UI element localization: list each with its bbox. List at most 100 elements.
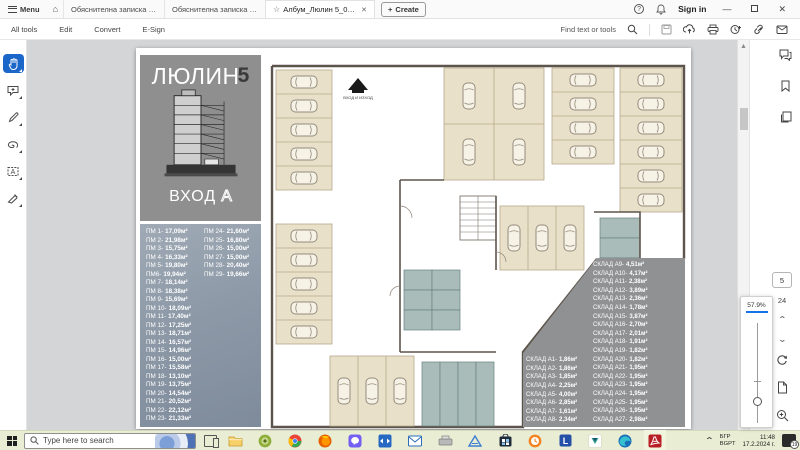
taskbar-app-lightshot[interactable]: L	[557, 433, 573, 449]
entrance-label: ВХОД А	[169, 188, 232, 206]
search-icon[interactable]	[627, 24, 638, 35]
home-icon[interactable]: ⌂	[48, 4, 63, 14]
close-window-button[interactable]: ✕	[774, 4, 790, 15]
star-icon[interactable]: ☆	[273, 5, 280, 14]
comments-panel-icon[interactable]	[779, 48, 792, 66]
ramp-label: ВХОД И ИЗХОД	[343, 95, 373, 100]
notifications-bell-icon[interactable]	[656, 4, 666, 15]
bookmarks-panel-icon[interactable]	[780, 79, 791, 97]
storage-list-col2: СКЛАД А9-4,51м² СКЛАД А10-4,17м² СКЛАД А…	[593, 261, 681, 424]
zoom-slider-handle[interactable]	[753, 397, 762, 406]
rotate-page-icon[interactable]	[776, 353, 788, 371]
current-page-input[interactable]: 5	[772, 272, 792, 288]
cloud-upload-icon[interactable]	[683, 24, 696, 35]
storage-list-item: СКЛАД А7-1,61м²	[526, 408, 594, 417]
menu-edit[interactable]: Edit	[48, 25, 83, 34]
share-link-icon[interactable]	[753, 24, 765, 35]
svg-text:A: A	[11, 169, 16, 176]
menu-convert[interactable]: Convert	[83, 25, 131, 34]
sign-in-button[interactable]: Sign in	[678, 4, 706, 14]
scroll-up-arrow[interactable]: ▲	[740, 43, 747, 50]
storage-list-item: СКЛАД А22-1,95м²	[593, 373, 681, 382]
document-viewport[interactable]: ЛЮЛИН 5	[27, 40, 737, 430]
taskbar-app-ms-store[interactable]	[497, 433, 513, 449]
taskbar-app-kompas[interactable]	[257, 433, 273, 449]
storage-list-item: СКЛАД А24-1,95м²	[593, 390, 681, 399]
previous-page-button[interactable]: ⌃	[777, 315, 786, 324]
create-button[interactable]: + Create	[381, 2, 426, 17]
parking-list-item: ПМ 29-19,66м²	[204, 271, 261, 280]
zoom-slider-track[interactable]	[757, 323, 758, 423]
language-indicator[interactable]: БГР BGPT	[720, 434, 736, 447]
menu-label: Menu	[20, 5, 40, 14]
hamburger-icon	[8, 6, 17, 13]
text-box-tool-button[interactable]: A	[3, 162, 24, 181]
tab-document-3-active[interactable]: ☆ Албум_Люлин 5_05.10... ✕	[265, 0, 375, 18]
print-icon[interactable]	[707, 24, 719, 35]
menu-button[interactable]: Menu	[0, 0, 48, 18]
next-page-button[interactable]: ⌃	[777, 334, 786, 343]
taskbar-search-input[interactable]: Type here to search	[24, 433, 196, 449]
zoom-slider-popup: 57.9%	[740, 296, 773, 428]
ramp-entrance-symbol: ВХОД И ИЗХОД	[343, 78, 373, 100]
parking-list-item: ПМ 2-21,98м²	[146, 237, 204, 246]
find-text-label[interactable]: Find text or tools	[561, 25, 616, 34]
taskbar-app-fax[interactable]	[437, 433, 453, 449]
total-pages-label: 24	[778, 296, 786, 305]
scrollbar-thumb[interactable]	[740, 108, 748, 130]
taskbar-app-chrome[interactable]	[287, 433, 303, 449]
storage-list-item: СКЛАД А1-1,86м²	[526, 356, 594, 365]
action-center-icon[interactable]: 19	[782, 434, 796, 447]
taskbar-app-autocad[interactable]	[467, 433, 483, 449]
close-tab-icon[interactable]: ✕	[359, 6, 367, 14]
parking-list-panel: ПМ 1-17,09м² ПМ 2-21,98м² ПМ 3-15,75м²	[140, 224, 261, 427]
stamp-tool-button[interactable]	[3, 189, 24, 208]
taskbar-app-viber[interactable]	[347, 433, 363, 449]
hand-tool-button[interactable]	[3, 54, 24, 73]
taskbar-app-firefox[interactable]	[317, 433, 333, 449]
parking-list-item: ПМ 26-15,00м²	[204, 245, 261, 254]
minimize-button[interactable]: —	[718, 4, 735, 14]
page-thumbnails-panel-icon[interactable]	[780, 110, 792, 128]
storage-list-item: СКЛАД А26-1,95м²	[593, 407, 681, 416]
taskbar-app-acrobat[interactable]	[647, 433, 663, 449]
save-icon[interactable]	[661, 24, 672, 35]
parking-list-item: ПМ 21-20,52м²	[146, 398, 204, 407]
taskbar-app-camtasia[interactable]	[587, 433, 603, 449]
building-elevation-sketch	[162, 88, 240, 184]
taskbar-app-teamviewer[interactable]	[377, 433, 393, 449]
tray-date: 17.2.2024 г.	[743, 441, 775, 448]
project-title: ЛЮЛИН	[152, 65, 240, 88]
search-highlight-art[interactable]	[155, 434, 195, 449]
tab-label: Албум_Люлин 5_05.10...	[283, 5, 356, 14]
extract-page-icon[interactable]	[777, 381, 788, 399]
storage-cells-bottom-row	[422, 362, 494, 426]
tray-clock[interactable]: 11:48 17.2.2024 г.	[743, 434, 775, 448]
parking-list-item: ПМ 20-14,54м²	[146, 390, 204, 399]
svg-text:L: L	[562, 436, 568, 446]
email-icon[interactable]	[776, 24, 788, 35]
tab-document-1[interactable]: Обяснителна записка WC7225_...	[63, 0, 164, 18]
tray-show-hidden-icons[interactable]: ⌃	[704, 436, 714, 445]
draw-tool-button[interactable]	[3, 108, 24, 127]
menu-esign[interactable]: E-Sign	[131, 25, 176, 34]
taskbar-app-mail[interactable]	[407, 433, 423, 449]
taskbar-app-clock[interactable]	[527, 433, 543, 449]
zoom-in-icon[interactable]	[776, 409, 789, 427]
lasso-tool-button[interactable]	[3, 135, 24, 154]
parking-list-item: ПМ 8-18,38м²	[146, 288, 204, 297]
zoom-percentage[interactable]: 57.9%	[741, 302, 772, 309]
start-button[interactable]	[0, 431, 24, 450]
add-comment-tool-button[interactable]	[3, 81, 24, 100]
task-view-button[interactable]	[204, 435, 217, 447]
storage-list-item: СКЛАД А19-1,82м²	[593, 347, 681, 356]
taskbar-app-file-explorer[interactable]	[227, 433, 243, 449]
tab-document-2[interactable]: Обяснителна записка + заверк...	[164, 0, 265, 18]
menu-all-tools[interactable]: All tools	[0, 25, 48, 34]
request-signature-icon[interactable]	[730, 24, 742, 35]
help-icon[interactable]: ?	[634, 4, 644, 14]
maximize-button[interactable]	[747, 4, 762, 14]
taskbar-app-edge[interactable]	[617, 433, 633, 449]
storage-list-item: СКЛАД А2-1,86м²	[526, 365, 594, 374]
storage-list-item: СКЛАД А14-1,78м²	[593, 304, 681, 313]
